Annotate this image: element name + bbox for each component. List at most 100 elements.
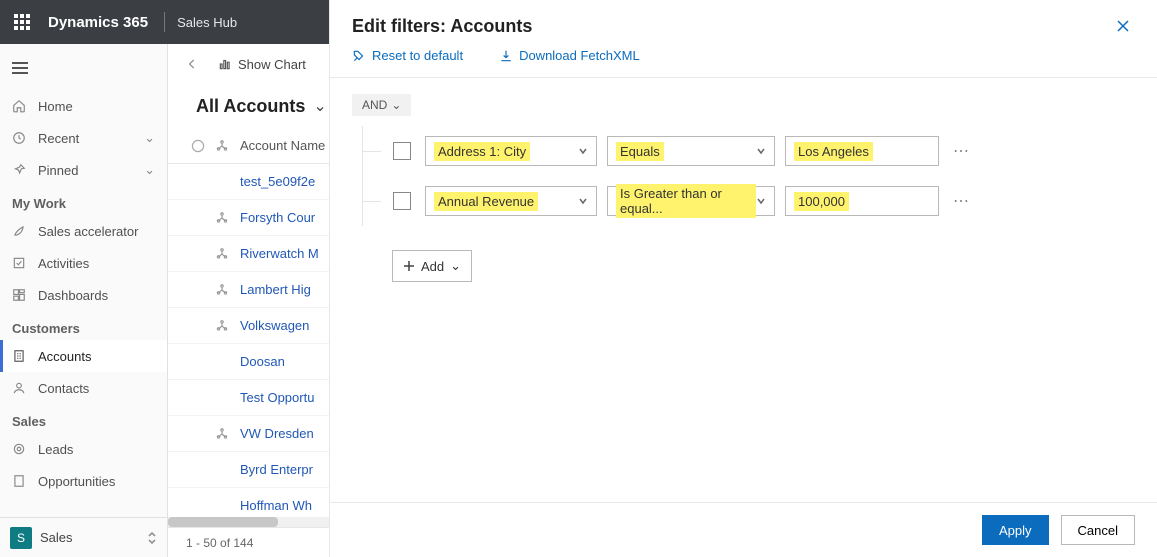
nav-activities[interactable]: Activities [0, 247, 167, 279]
hamburger-icon[interactable] [12, 62, 28, 74]
filter-value-text: Los Angeles [794, 142, 873, 161]
add-label: Add [421, 259, 444, 274]
reset-label: Reset to default [372, 48, 463, 63]
view-name: All Accounts [196, 96, 305, 117]
select-all-checkbox[interactable] [186, 138, 210, 154]
pin-icon [12, 163, 32, 177]
nav-label: Contacts [38, 381, 89, 396]
product-name[interactable]: Dynamics 365 [44, 14, 152, 31]
account-name-link[interactable]: Riverwatch M [234, 246, 319, 261]
account-name-link[interactable]: VW Dresden [234, 426, 314, 441]
chevron-updown-icon [147, 531, 157, 545]
filter-field-dropdown[interactable]: Address 1: City [425, 136, 597, 166]
filter-field-dropdown[interactable]: Annual Revenue [425, 186, 597, 216]
nav-group-my-work: My Work [0, 186, 167, 215]
checklist-icon [12, 256, 32, 270]
clock-icon [12, 131, 32, 145]
chevron-down-icon [756, 196, 766, 206]
cancel-button[interactable]: Cancel [1061, 515, 1135, 545]
chart-icon [218, 57, 232, 71]
apply-button[interactable]: Apply [982, 515, 1049, 545]
nav-group-customers: Customers [0, 311, 167, 340]
download-icon [499, 49, 513, 63]
filter-checkbox[interactable] [393, 142, 411, 160]
nav-contacts[interactable]: Contacts [0, 372, 167, 404]
nav-sidebar: Home Recent ⌄ Pinned ⌄ My Work Sales acc… [0, 44, 168, 557]
chevron-down-icon: ⌄ [391, 98, 401, 112]
column-account-name[interactable]: Account Name [234, 138, 325, 153]
show-chart-label: Show Chart [238, 57, 306, 72]
nav-label: Leads [38, 442, 73, 457]
filter-operator-dropdown[interactable]: Equals [607, 136, 775, 166]
nav-pinned[interactable]: Pinned ⌄ [0, 154, 167, 186]
nav-dashboards[interactable]: Dashboards [0, 279, 167, 311]
account-name-link[interactable]: Byrd Enterpr [234, 462, 313, 477]
account-name-link[interactable]: Hoffman Wh [234, 498, 312, 513]
chevron-down-icon: ⌄ [450, 258, 461, 274]
nav-recent[interactable]: Recent ⌄ [0, 122, 167, 154]
group-operator-dropdown[interactable]: AND ⌄ [352, 94, 411, 116]
person-icon [12, 381, 32, 395]
building-icon [12, 349, 32, 363]
chevron-down-icon: ⌄ [144, 162, 155, 178]
back-button[interactable] [176, 57, 208, 71]
reset-icon [352, 49, 366, 63]
hierarchy-icon[interactable] [210, 211, 234, 225]
filter-operator-value: Is Greater than or equal... [616, 184, 756, 218]
rocket-icon [12, 224, 32, 238]
account-name-link[interactable]: Test Opportu [234, 390, 314, 405]
nav-label: Recent [38, 131, 79, 146]
nav-home[interactable]: Home [0, 90, 167, 122]
scrollbar-thumb[interactable] [168, 517, 278, 527]
area-badge: S [10, 527, 32, 549]
chevron-down-icon [756, 146, 766, 156]
paging-text: 1 - 50 of 144 [186, 536, 253, 550]
nav-group-sales: Sales [0, 404, 167, 433]
hierarchy-icon[interactable] [210, 247, 234, 261]
filter-operator-dropdown[interactable]: Is Greater than or equal... [607, 186, 775, 216]
filter-more-menu[interactable]: ⋯ [949, 141, 975, 161]
download-label: Download FetchXML [519, 48, 640, 63]
nav-leads[interactable]: Leads [0, 433, 167, 465]
filter-value-input[interactable]: Los Angeles [785, 136, 939, 166]
panel-title: Edit filters: Accounts [352, 16, 532, 37]
app-name[interactable]: Sales Hub [177, 15, 237, 30]
nav-accounts[interactable]: Accounts [0, 340, 167, 372]
target-icon [12, 442, 32, 456]
filter-value-input[interactable]: 100,000 [785, 186, 939, 216]
nav-label: Home [38, 99, 73, 114]
hierarchy-icon[interactable] [210, 427, 234, 441]
download-fetchxml-button[interactable]: Download FetchXML [499, 48, 640, 63]
hierarchy-icon [210, 139, 234, 153]
dashboard-icon [12, 288, 32, 302]
account-name-link[interactable]: Lambert Hig [234, 282, 311, 297]
nav-sales-accelerator[interactable]: Sales accelerator [0, 215, 167, 247]
reset-to-default-button[interactable]: Reset to default [352, 48, 463, 63]
nav-label: Sales accelerator [38, 224, 138, 239]
filter-field-value: Address 1: City [434, 142, 530, 161]
add-filter-button[interactable]: Add ⌄ [392, 250, 472, 282]
nav-label: Dashboards [38, 288, 108, 303]
account-name-link[interactable]: Volkswagen [234, 318, 309, 333]
filter-field-value: Annual Revenue [434, 192, 538, 211]
area-switcher[interactable]: S Sales [0, 517, 167, 557]
close-button[interactable] [1111, 14, 1135, 38]
filter-operator-value: Equals [616, 142, 664, 161]
hierarchy-icon[interactable] [210, 283, 234, 297]
nav-opportunities[interactable]: Opportunities [0, 465, 167, 497]
group-operator-label: AND [362, 98, 387, 112]
area-label: Sales [40, 530, 73, 545]
account-name-link[interactable]: Doosan [234, 354, 285, 369]
account-name-link[interactable]: test_5e09f2e [234, 174, 315, 189]
chevron-down-icon [578, 196, 588, 206]
plus-icon [403, 260, 415, 272]
show-chart-button[interactable]: Show Chart [208, 57, 316, 72]
sheet-icon [12, 474, 32, 488]
filter-more-menu[interactable]: ⋯ [949, 191, 975, 211]
nav-label: Accounts [38, 349, 91, 364]
hierarchy-icon[interactable] [210, 319, 234, 333]
filter-checkbox[interactable] [393, 192, 411, 210]
app-launcher-icon[interactable] [0, 0, 44, 44]
divider [164, 12, 165, 32]
account-name-link[interactable]: Forsyth Cour [234, 210, 315, 225]
